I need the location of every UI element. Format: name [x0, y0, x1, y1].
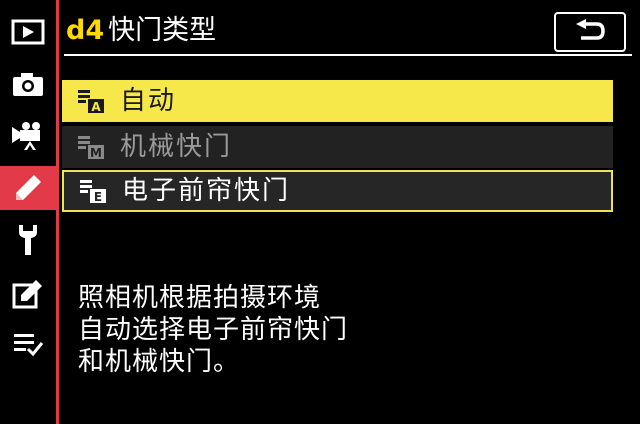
- menu-item-label: 自动: [120, 86, 177, 116]
- header: d4 快门类型: [64, 8, 634, 56]
- menu-item-label: 电子前帘快门: [122, 176, 291, 206]
- wrench-icon: [19, 225, 37, 255]
- back-button[interactable]: [554, 12, 626, 52]
- playback-icon: [11, 19, 45, 45]
- sidebar-item-retouch[interactable]: [0, 272, 56, 316]
- sidebar-divider: [56, 0, 59, 424]
- menu-item-mechanical-shutter[interactable]: M 机械快门: [62, 126, 613, 168]
- pencil-icon: [16, 175, 41, 200]
- badge-m: M: [90, 146, 102, 160]
- sidebar: [0, 0, 58, 424]
- movie-camera-icon: [12, 122, 40, 150]
- return-icon: [576, 19, 605, 40]
- header-divider: [64, 54, 632, 56]
- auto-shutter-icon: A: [78, 90, 104, 114]
- electronic-shutter-icon: E: [80, 180, 106, 204]
- badge-e: E: [94, 190, 102, 204]
- help-text: 照相机根据拍摄环境 自动选择电子前帘快门 和机械快门。: [78, 282, 618, 378]
- help-line: 自动选择电子前帘快门: [78, 315, 349, 345]
- retouch-icon: [12, 280, 42, 309]
- help-line: 和机械快门。: [78, 347, 241, 377]
- menu-item-auto[interactable]: A 自动: [62, 80, 613, 122]
- sidebar-item-playback[interactable]: [0, 10, 56, 54]
- sidebar-item-custom-settings[interactable]: [0, 166, 56, 210]
- sidebar-item-setup[interactable]: [0, 218, 56, 262]
- menu-code: d4: [66, 15, 105, 46]
- menu-item-electronic-front-curtain[interactable]: E 电子前帘快门: [62, 170, 613, 212]
- title-text: 快门类型: [108, 15, 217, 46]
- my-menu-icon: [14, 334, 44, 357]
- sidebar-item-photo-shooting[interactable]: [0, 62, 56, 106]
- badge-a: A: [91, 100, 101, 114]
- sidebar-item-movie-shooting[interactable]: [0, 114, 56, 158]
- sidebar-item-my-menu[interactable]: [0, 322, 56, 366]
- mechanical-shutter-icon: M: [78, 136, 104, 160]
- help-line: 照相机根据拍摄环境: [78, 283, 322, 313]
- page-title: d4 快门类型: [66, 14, 216, 48]
- camera-icon: [13, 73, 43, 96]
- menu-item-label: 机械快门: [120, 132, 233, 162]
